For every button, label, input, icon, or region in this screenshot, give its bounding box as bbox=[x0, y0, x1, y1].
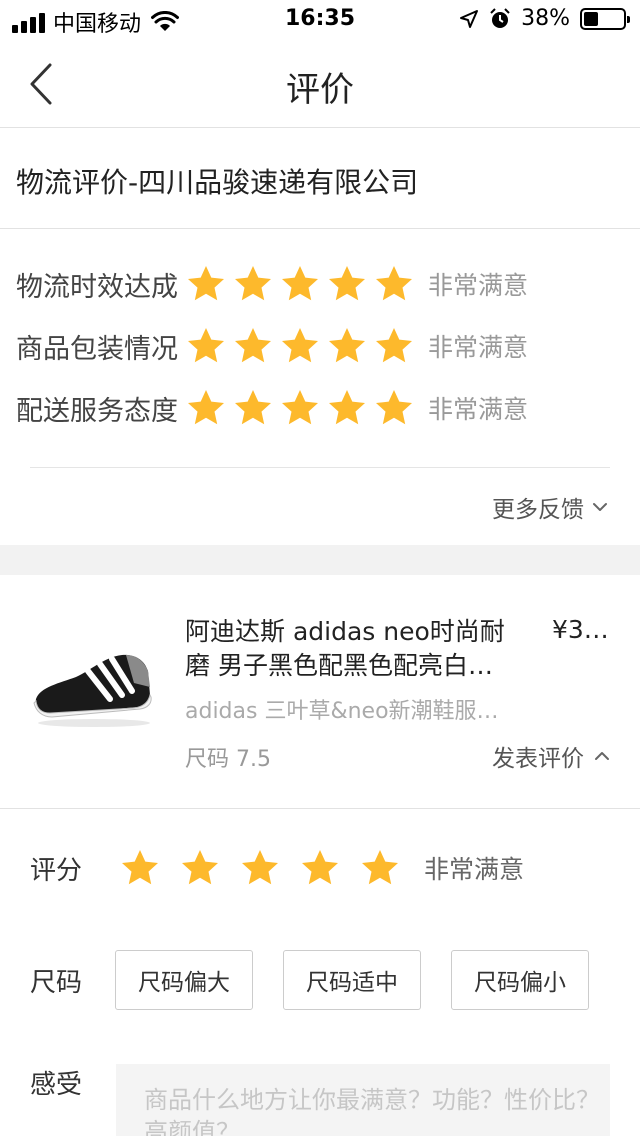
star-rating[interactable] bbox=[120, 848, 400, 888]
more-feedback-label: 更多反馈 bbox=[492, 497, 584, 523]
rating-text: 非常满意 bbox=[428, 271, 529, 300]
star-icon[interactable] bbox=[280, 326, 320, 366]
rating-text: 非常满意 bbox=[428, 395, 529, 424]
page-title: 评价 bbox=[286, 70, 354, 110]
size-option-small[interactable]: 尺码偏小 bbox=[451, 950, 589, 1010]
more-feedback-button[interactable]: 更多反馈 bbox=[492, 490, 608, 524]
star-icon[interactable] bbox=[120, 848, 160, 888]
star-icon[interactable] bbox=[280, 388, 320, 428]
star-rating[interactable] bbox=[186, 388, 414, 428]
star-rating[interactable] bbox=[186, 264, 414, 304]
score-text: 非常满意 bbox=[424, 855, 525, 884]
product-shop: adidas 三叶草&neo新潮鞋服… bbox=[185, 699, 499, 724]
feel-label: 感受 bbox=[30, 1070, 83, 1100]
rating-label: 商品包装情况 bbox=[16, 333, 178, 365]
product-price: ¥3… bbox=[552, 615, 609, 644]
rating-label: 配送服务态度 bbox=[16, 395, 178, 427]
location-icon bbox=[460, 9, 479, 28]
alarm-icon bbox=[490, 7, 510, 28]
size-option-large[interactable]: 尺码偏大 bbox=[115, 950, 253, 1010]
rating-text: 非常满意 bbox=[428, 333, 529, 362]
star-icon[interactable] bbox=[180, 848, 220, 888]
star-icon[interactable] bbox=[186, 264, 226, 304]
battery-icon bbox=[580, 7, 630, 30]
star-icon[interactable] bbox=[374, 264, 414, 304]
divider bbox=[30, 467, 610, 468]
section-separator bbox=[0, 545, 640, 575]
size-option-fit[interactable]: 尺码适中 bbox=[283, 950, 421, 1010]
star-icon[interactable] bbox=[374, 326, 414, 366]
publish-review-label: 发表评价 bbox=[492, 746, 584, 772]
sneaker-image bbox=[33, 654, 152, 727]
star-rating[interactable] bbox=[186, 326, 414, 366]
rating-label: 物流时效达成 bbox=[16, 271, 178, 303]
product-name-line1: 阿迪达斯 adidas neo时尚耐 bbox=[185, 617, 505, 646]
feel-textarea[interactable]: 商品什么地方让你最满意？功能？性价比？高颜值？ bbox=[116, 1064, 610, 1136]
score-row: 非常满意 bbox=[120, 848, 524, 888]
status-bar: 中国移动 16:35 38% bbox=[0, 0, 640, 40]
product-size: 尺码 7.5 bbox=[185, 747, 271, 772]
rating-row-service: 配送服务态度 非常满意 bbox=[16, 386, 528, 430]
star-icon[interactable] bbox=[374, 388, 414, 428]
star-icon[interactable] bbox=[186, 326, 226, 366]
size-label: 尺码 bbox=[30, 968, 83, 998]
status-right: 38% bbox=[459, 6, 630, 31]
nav-bar: 评价 bbox=[0, 40, 640, 128]
star-icon[interactable] bbox=[233, 264, 273, 304]
product-name-line2: 磨 男子黑色配黑色配亮白… bbox=[185, 651, 493, 680]
product-name: 阿迪达斯 adidas neo时尚耐 磨 男子黑色配黑色配亮白… bbox=[185, 615, 530, 683]
star-icon[interactable] bbox=[240, 848, 280, 888]
star-icon[interactable] bbox=[327, 388, 367, 428]
star-icon[interactable] bbox=[233, 388, 273, 428]
rating-row-timeliness: 物流时效达成 非常满意 bbox=[16, 262, 528, 306]
battery-level bbox=[584, 11, 599, 26]
score-label: 评分 bbox=[30, 856, 83, 886]
battery-percent: 38% bbox=[521, 6, 570, 31]
product-card: 阿迪达斯 adidas neo时尚耐 磨 男子黑色配黑色配亮白… ¥3… adi… bbox=[0, 575, 640, 809]
chevron-down-icon bbox=[593, 503, 607, 511]
chevron-up-icon bbox=[595, 752, 609, 760]
rating-row-packaging: 商品包装情况 非常满意 bbox=[16, 324, 528, 368]
star-icon[interactable] bbox=[186, 388, 226, 428]
star-icon[interactable] bbox=[327, 326, 367, 366]
logistics-title: 物流评价-四川品骏速递有限公司 bbox=[0, 129, 640, 229]
star-icon[interactable] bbox=[280, 264, 320, 304]
star-icon[interactable] bbox=[360, 848, 400, 888]
star-icon[interactable] bbox=[300, 848, 340, 888]
publish-review-toggle[interactable]: 发表评价 bbox=[492, 739, 610, 773]
star-icon[interactable] bbox=[327, 264, 367, 304]
star-icon[interactable] bbox=[233, 326, 273, 366]
